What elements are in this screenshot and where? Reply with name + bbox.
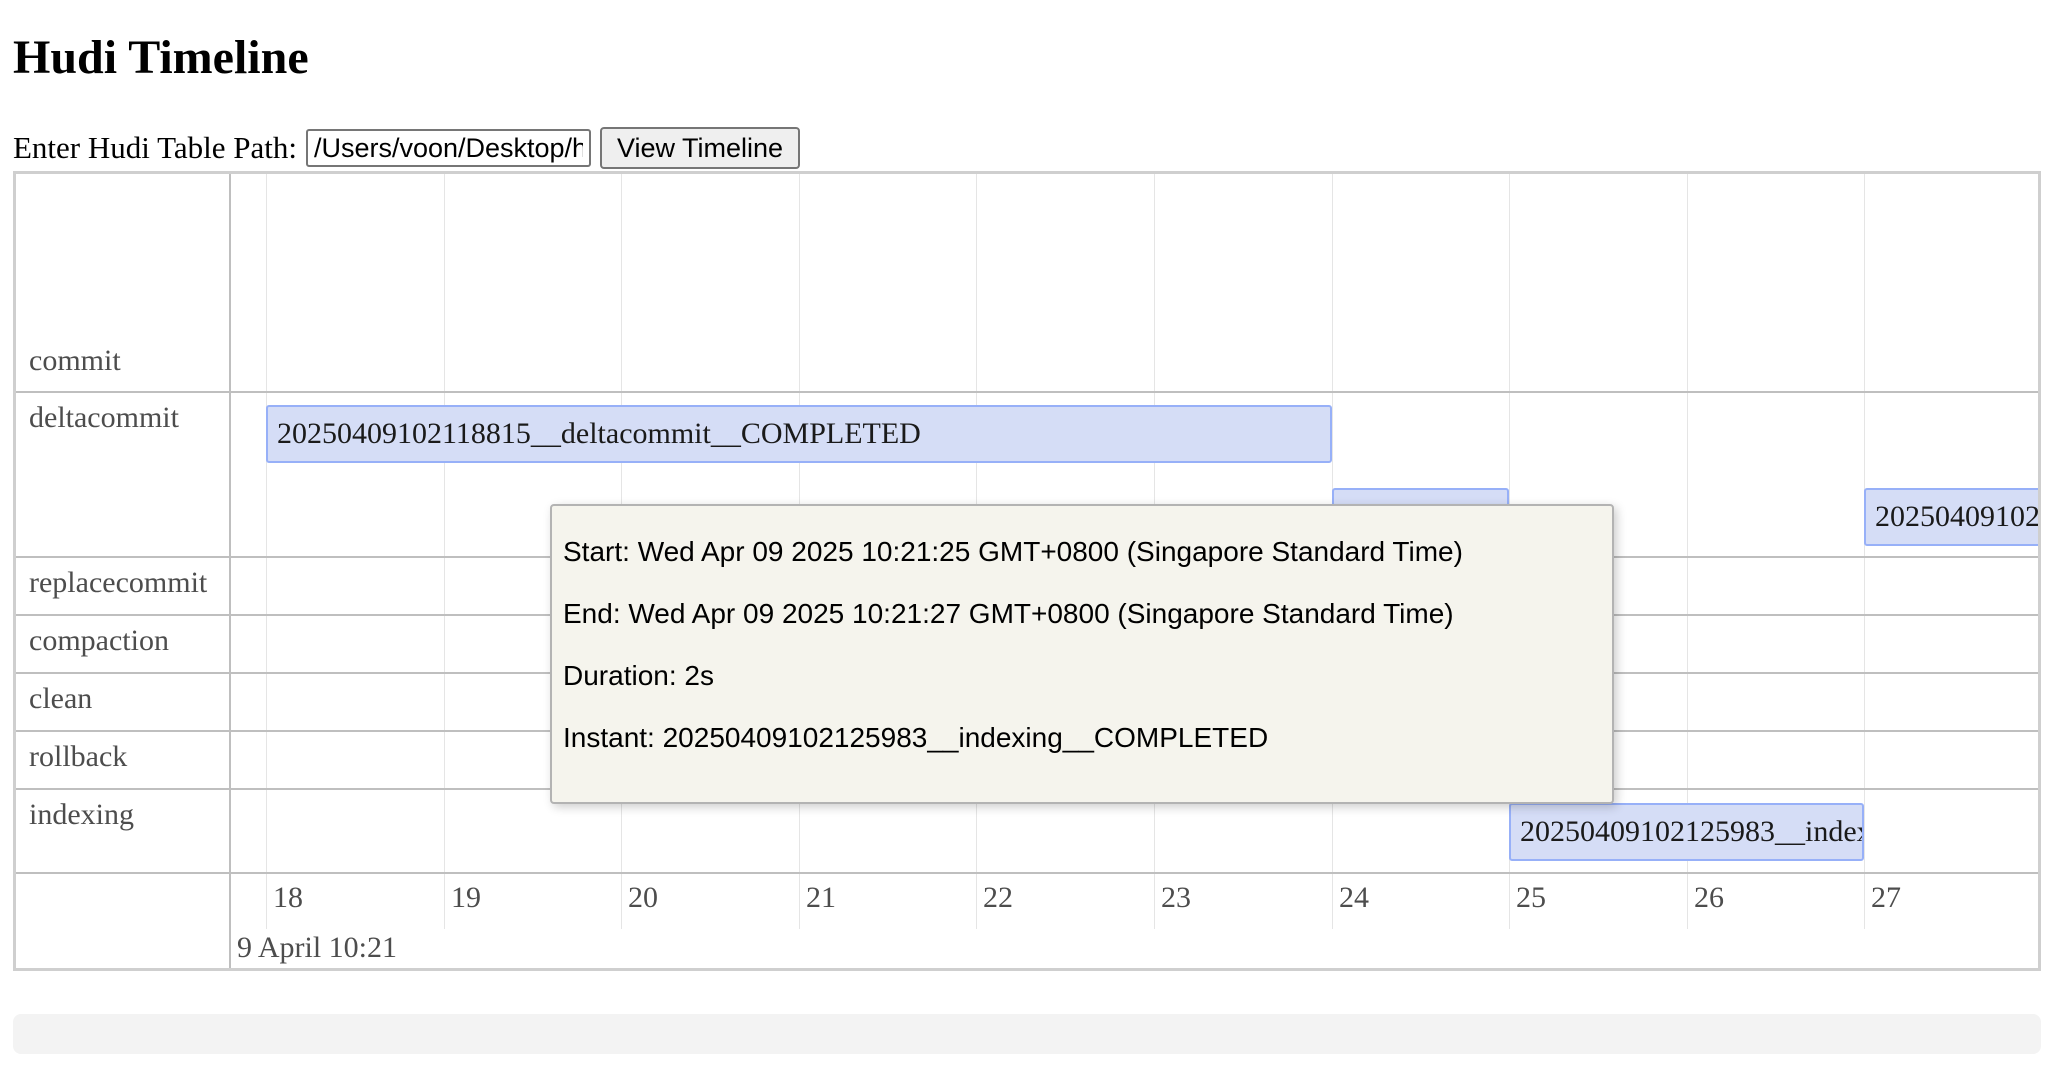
group-label-commit: commit — [16, 174, 229, 393]
axis-tick-label: 22 — [983, 881, 1013, 914]
axis-tick-label: 24 — [1339, 881, 1369, 914]
tooltip-duration: Duration: 2s — [563, 660, 714, 691]
grid-line — [1864, 174, 1865, 929]
row-separator — [231, 391, 2038, 393]
axis-tick-label: 21 — [806, 881, 836, 914]
axis-tick-label: 18 — [273, 881, 303, 914]
status-bar — [13, 1014, 2041, 1054]
tooltip-end: End: Wed Apr 09 2025 10:21:27 GMT+0800 (… — [563, 598, 1454, 629]
axis-major-label: 9 April 10:21 — [237, 931, 398, 964]
axis-tick-label: 23 — [1161, 881, 1191, 914]
tooltip-instant: Instant: 20250409102125983__indexing__CO… — [563, 722, 1269, 753]
tooltip-start: Start: Wed Apr 09 2025 10:21:25 GMT+0800… — [563, 536, 1463, 567]
group-label-indexing: indexing — [16, 790, 229, 874]
page-title: Hudi Timeline — [13, 31, 309, 84]
axis-tick-label: 25 — [1516, 881, 1546, 914]
timeline-item[interactable]: 20250409102127000__deltacommit__COMPLETE… — [1864, 488, 2038, 546]
group-label-rollback: rollback — [16, 732, 229, 790]
axis-tick-label: 19 — [451, 881, 481, 914]
group-label-replacecommit: replacecommit — [16, 558, 229, 616]
group-label-compaction: compaction — [16, 616, 229, 674]
path-label: Enter Hudi Table Path: — [13, 130, 297, 165]
view-timeline-button[interactable]: View Timeline — [599, 127, 801, 169]
group-label-clean: clean — [16, 674, 229, 732]
timeline-item[interactable]: 20250409102125983__indexing__COMPLETED — [1509, 803, 1864, 861]
timeline-item[interactable]: 20250409102118815__deltacommit__COMPLETE… — [266, 405, 1332, 463]
axis-tick-label: 27 — [1871, 881, 1901, 914]
grid-line — [266, 174, 267, 929]
group-label-deltacommit: deltacommit — [16, 393, 229, 558]
path-form: Enter Hudi Table Path: View Timeline — [13, 126, 801, 170]
group-labels: commit deltacommit replacecommit compact… — [16, 174, 231, 968]
grid-line — [444, 174, 445, 929]
row-separator — [231, 872, 2038, 874]
item-tooltip: Start: Wed Apr 09 2025 10:21:25 GMT+0800… — [550, 504, 1614, 804]
axis-tick-label: 20 — [628, 881, 658, 914]
table-path-input[interactable] — [305, 129, 591, 167]
axis-tick-label: 26 — [1694, 881, 1724, 914]
